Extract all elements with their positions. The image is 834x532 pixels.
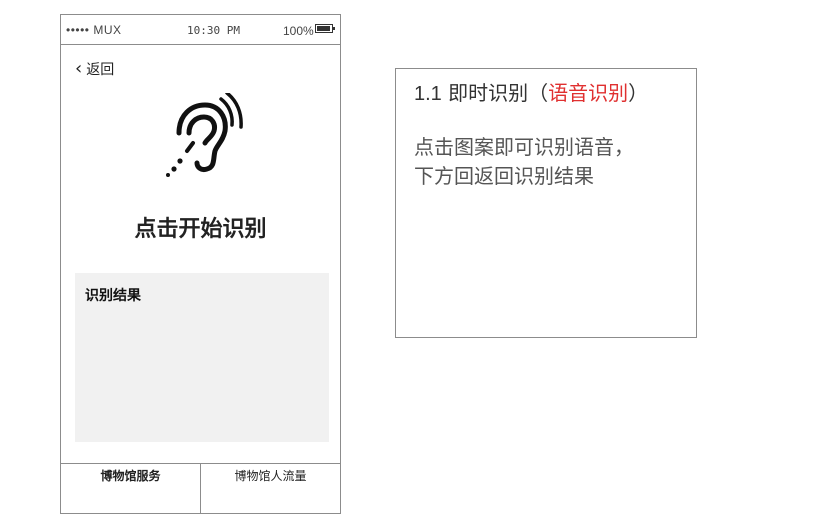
battery-icon: [315, 24, 335, 33]
back-button[interactable]: ‹ 返回: [75, 59, 114, 79]
status-bar: ••••• MUX 10:30 PM 100%: [61, 15, 340, 45]
note-body: 点击图案即可识别语音， 下方回返回识别结果: [414, 133, 634, 191]
chevron-left-icon: ‹: [75, 58, 83, 79]
battery-percent: 100%: [283, 24, 314, 38]
tab-museum-service[interactable]: 博物馆服务: [61, 464, 200, 514]
start-recognition-title[interactable]: 点击开始识别: [61, 211, 340, 243]
phone-frame: ••••• MUX 10:30 PM 100% ‹ 返回 点击开始识别 识别结果…: [60, 14, 341, 514]
note-title-close: ）: [628, 81, 649, 105]
tab-bar: 博物馆服务 博物馆人流量: [61, 463, 340, 514]
carrier-label: ••••• MUX: [66, 23, 122, 37]
note-body-line-2: 下方回返回识别结果: [414, 164, 594, 188]
back-label: 返回: [86, 62, 115, 78]
note-title-number: 1.1: [414, 83, 442, 105]
tab-museum-visitor-flow[interactable]: 博物馆人流量: [200, 464, 340, 514]
note-body-line-1: 点击图案即可识别语音，: [414, 135, 634, 159]
note-title-main: 即时识别: [448, 81, 529, 105]
clock: 10:30 PM: [187, 24, 240, 37]
note-title-open: （: [528, 81, 549, 105]
note-title-highlight: 语音识别: [548, 81, 629, 105]
note-title: 1.1 即时识别（语音识别）: [414, 77, 648, 106]
annotation-note: 1.1 即时识别（语音识别） 点击图案即可识别语音， 下方回返回识别结果: [395, 68, 697, 338]
result-label: 识别结果: [85, 288, 141, 304]
result-panel: 识别结果: [75, 273, 329, 442]
ear-hearing-icon[interactable]: [165, 93, 245, 177]
